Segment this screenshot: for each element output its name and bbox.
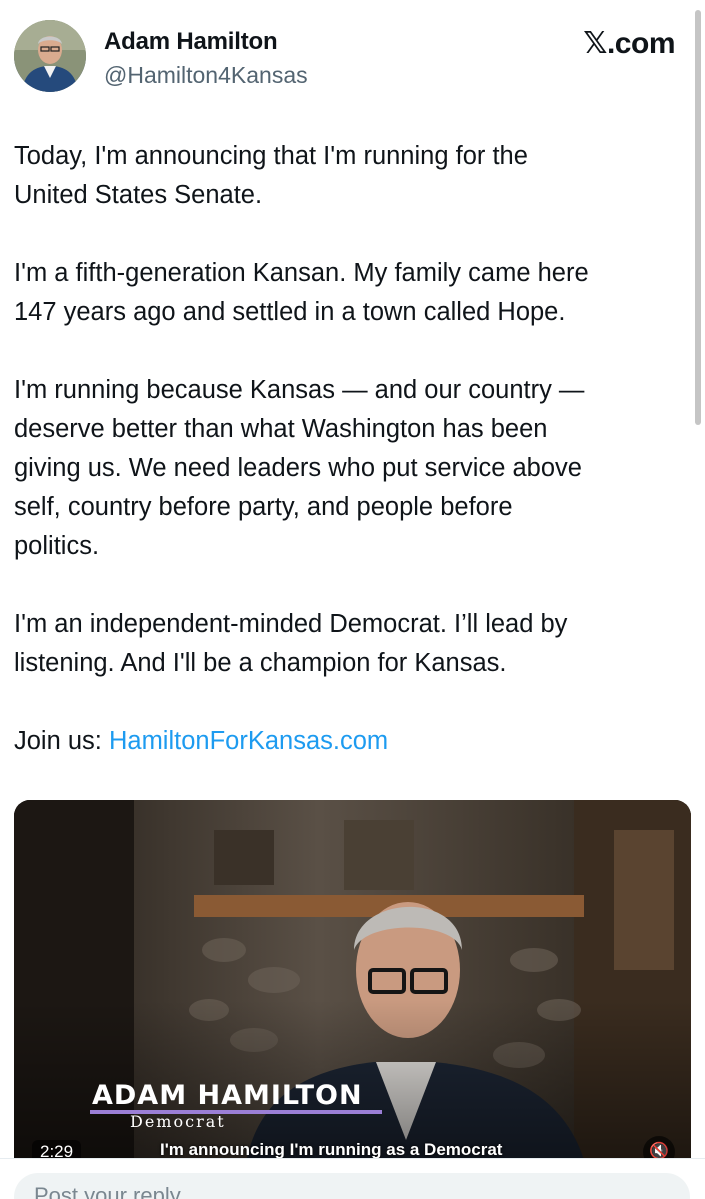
- lower-third-party: Democrat: [130, 1112, 226, 1131]
- tweet-header: Adam Hamilton @Hamilton4Kansas 𝕏.com: [14, 18, 676, 98]
- campaign-link[interactable]: HamiltonForKansas.com: [109, 727, 388, 755]
- reply-input[interactable]: Post your reply: [14, 1173, 690, 1199]
- join-prefix: Join us:: [14, 727, 109, 755]
- page-scrollbar[interactable]: [695, 10, 701, 425]
- x-com-brand: 𝕏.com: [583, 26, 675, 61]
- author-name[interactable]: Adam Hamilton: [104, 28, 278, 56]
- author-handle[interactable]: @Hamilton4Kansas: [104, 62, 308, 89]
- tweet-screenshot: Adam Hamilton @Hamilton4Kansas 𝕏.com Tod…: [0, 0, 705, 1199]
- brand-suffix: .com: [606, 27, 676, 60]
- join-line: Join us: HamiltonForKansas.com: [14, 722, 679, 761]
- tweet-paragraph: I'm a fifth-generation Kansan. My family…: [14, 259, 589, 326]
- tweet-paragraph: Today, I'm announcing that I'm running f…: [14, 142, 528, 209]
- tweet-paragraph: I'm running because Kansas — and our cou…: [14, 376, 585, 560]
- avatar-photo-icon: [14, 20, 86, 92]
- video-caption: I'm announcing I'm running as a Democrat: [160, 1140, 503, 1159]
- tweet-paragraph: I'm an independent-minded Democrat. I’ll…: [14, 610, 568, 677]
- author-avatar[interactable]: [14, 20, 86, 92]
- tweet-text: Today, I'm announcing that I'm running f…: [14, 137, 679, 761]
- reply-bar: Post your reply: [0, 1158, 705, 1199]
- video-frame: [14, 800, 691, 1180]
- video-player[interactable]: ADAM HAMILTON Democrat 2:29 I'm announci…: [14, 800, 691, 1180]
- x-logo-icon: 𝕏: [583, 26, 607, 61]
- lower-third-name: ADAM HAMILTON: [92, 1080, 363, 1111]
